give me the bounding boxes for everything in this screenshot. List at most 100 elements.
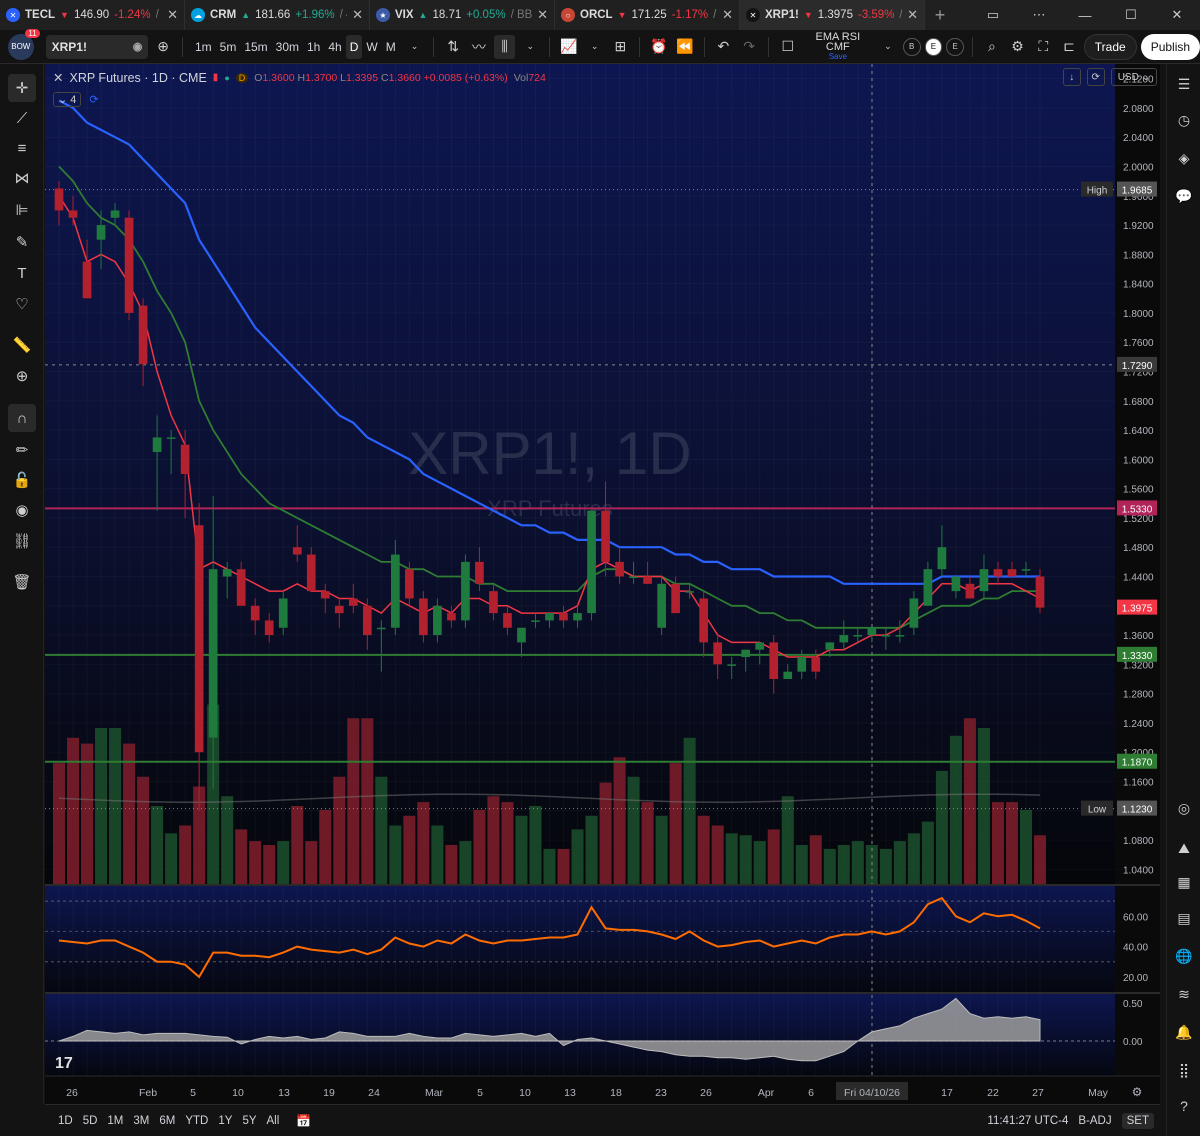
close-tab-icon[interactable]: ✕ (537, 7, 548, 23)
bell-icon[interactable]: 🔔 (1172, 1020, 1196, 1044)
clock-readout[interactable]: 11:41:27 UTC-4 (987, 1115, 1068, 1127)
calendar-icon[interactable]: ▦ (1172, 870, 1196, 894)
b-toggle[interactable]: B (902, 37, 921, 56)
redo-icon[interactable]: ↷ (738, 35, 760, 59)
chart-title[interactable]: XRP Futures · 1D · CME (69, 71, 206, 85)
heart-icon[interactable]: ♡ (8, 290, 36, 318)
refresh-icon[interactable]: ⟳ (1086, 68, 1105, 86)
publish-button[interactable]: Publish (1140, 33, 1200, 60)
timeframe-m[interactable]: M (382, 35, 400, 59)
trash-icon[interactable]: 🗑 (8, 568, 36, 596)
sync-icon[interactable]: ⟳ (89, 93, 98, 106)
layout-square-icon[interactable]: ☐ (777, 35, 799, 59)
more-icon[interactable]: ⋯ (1016, 7, 1062, 23)
timeframe-1m[interactable]: 1m (191, 35, 216, 59)
chevron-down-icon[interactable]: ⌄ (877, 35, 899, 59)
fullscreen-icon[interactable]: ⛶ (1032, 35, 1054, 59)
indicators-icon[interactable]: 📈 (558, 35, 580, 59)
range-1d[interactable]: 1D (53, 1115, 78, 1127)
chart-svg[interactable]: 2.12002.08002.04002.00001.96001.92001.88… (45, 64, 1160, 1104)
layout-icon[interactable]: ▭ (970, 7, 1016, 23)
rss-icon[interactable]: ≋ (1172, 982, 1196, 1006)
range-1y[interactable]: 1Y (213, 1115, 237, 1127)
close-tab-icon[interactable]: ✕ (722, 7, 733, 23)
timeframe-5m[interactable]: 5m (216, 35, 241, 59)
ideas-icon[interactable]: ⛰ (1172, 836, 1196, 860)
eye-icon[interactable]: ◉ (8, 496, 36, 524)
range-5d[interactable]: 5D (78, 1115, 103, 1127)
browser-tab-vix[interactable]: ★ VIX ▲ 18.71 +0.05% / BB R ✕ (370, 0, 555, 30)
currency-select[interactable]: USD ⌄ (1110, 68, 1157, 86)
range-all[interactable]: All (262, 1115, 285, 1127)
chevron-down-icon[interactable]: ⌄ (519, 35, 541, 59)
close-tab-icon[interactable]: ✕ (352, 7, 363, 23)
apps-icon[interactable]: ⣿ (1172, 1058, 1196, 1082)
magnet-icon[interactable]: ∩ (8, 404, 36, 432)
symbol-search-input[interactable]: XRP1! ◉ (45, 34, 149, 59)
e-toggle-2[interactable]: E (946, 37, 965, 56)
replay-icon[interactable]: ⏪ (674, 35, 696, 59)
timeframe-w[interactable]: W (362, 35, 381, 59)
close-tab-icon[interactable]: ✕ (907, 7, 918, 23)
layers-icon[interactable]: ◈ (1172, 146, 1196, 170)
bar-style-icon[interactable]: ⇅ (442, 35, 464, 59)
pattern-icon[interactable]: ⋈ (8, 164, 36, 192)
trendline-icon[interactable]: ⟋ (8, 104, 36, 132)
chevron-down-icon[interactable]: ⌄ (404, 35, 426, 59)
crosshair-icon[interactable]: ✛ (8, 74, 36, 102)
gear-icon[interactable]: ⚙ (1007, 35, 1029, 59)
indicator-count-toggle[interactable]: ⌄ 4 (53, 92, 82, 107)
globe-icon[interactable]: 🌐 (1172, 944, 1196, 968)
link-icon[interactable]: ⛓ (8, 527, 36, 555)
zoom-icon[interactable]: ⊕ (8, 362, 36, 390)
help-icon[interactable]: ? (1172, 1094, 1196, 1118)
avatar[interactable]: BOW 11 (8, 28, 40, 60)
browser-tab-crm[interactable]: ☁ CRM ▲ 181.66 +1.96% / 4 E ✕ (185, 0, 370, 30)
close-tab-icon[interactable]: ✕ (167, 7, 178, 23)
lock-icon[interactable]: 🔓 (8, 466, 36, 494)
minimize-icon[interactable]: — (1062, 8, 1108, 23)
target-icon[interactable]: ◎ (1172, 796, 1196, 820)
hotlist-icon[interactable]: ▤ (1172, 906, 1196, 930)
timeframe-d[interactable]: D (345, 34, 363, 59)
range-6m[interactable]: 6M (154, 1115, 180, 1127)
trade-button[interactable]: Trade (1083, 33, 1137, 60)
download-icon[interactable]: ↓ (1062, 68, 1081, 86)
range-ytd[interactable]: YTD (180, 1115, 213, 1127)
calendar-range-icon[interactable]: 📅 (296, 1114, 311, 1128)
timeframe-1h[interactable]: 1h (303, 35, 324, 59)
browser-tab-orcl[interactable]: ○ ORCL ▼ 171.25 -1.17% / E ✕ (555, 0, 740, 30)
lock-drawing-icon[interactable]: ✏ (8, 436, 36, 464)
close-window-icon[interactable]: ✕ (1154, 7, 1200, 23)
brush-icon[interactable]: ✎ (8, 228, 36, 256)
adjustment-toggle[interactable]: B-ADJ (1078, 1115, 1111, 1127)
range-1m[interactable]: 1M (102, 1115, 128, 1127)
range-5y[interactable]: 5Y (237, 1115, 261, 1127)
chart-area[interactable]: 2.1200 2.0800 2.0400 2.0000 1.9600 1.9200 1.88… (45, 64, 1160, 1104)
alert-icon[interactable]: ⏰ (648, 35, 670, 59)
timeframe-30m[interactable]: 30m (272, 35, 303, 59)
timeframe-4h[interactable]: 4h (324, 35, 345, 59)
new-tab-icon[interactable]: + (925, 0, 955, 30)
add-symbol-icon[interactable]: ⊕ (152, 35, 174, 59)
templates-icon[interactable]: ⊞ (610, 35, 632, 59)
clock-icon[interactable]: ◷ (1172, 108, 1196, 132)
ruler-icon[interactable]: 📏 (8, 331, 36, 359)
camera-icon[interactable]: ⊏ (1058, 35, 1080, 59)
fib-icon[interactable]: ≡ (8, 134, 36, 162)
e-toggle-1[interactable]: E (924, 37, 943, 56)
maximize-icon[interactable]: ☐ (1108, 7, 1154, 23)
range-3m[interactable]: 3M (128, 1115, 154, 1127)
browser-tab-xrp1[interactable]: ✕ XRP1! ▼ 1.3975 -3.59% / E ✕ (740, 0, 925, 30)
close-legend-icon[interactable]: ✕ (53, 70, 63, 85)
chat-icon[interactable]: 💬 (1172, 184, 1196, 208)
indicator-template-button[interactable]: EMA RSI CMF Save (803, 31, 873, 62)
candle-style-icon[interactable]: ⫼ (493, 34, 516, 59)
browser-tab-tecl[interactable]: ✕ TECL ▼ 146.90 -1.24% / Bl ✕ (0, 0, 185, 30)
undo-icon[interactable]: ↶ (713, 35, 735, 59)
session-toggle[interactable]: SET (1121, 1112, 1154, 1129)
search-icon[interactable]: ⌕ (981, 35, 1003, 59)
text-icon[interactable]: T (8, 259, 36, 287)
timeframe-15m[interactable]: 15m (240, 35, 271, 59)
chevron-down-icon[interactable]: ⌄ (584, 35, 606, 59)
